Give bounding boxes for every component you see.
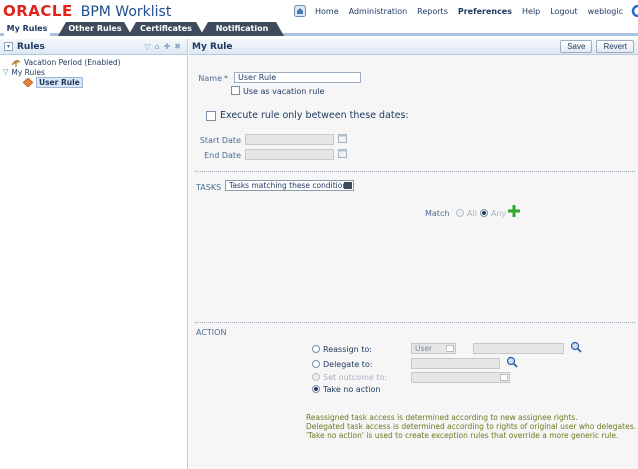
link-reports[interactable]: Reports [412, 7, 453, 16]
set-outcome-radio[interactable] [312, 373, 320, 381]
outcome-select[interactable] [411, 372, 510, 383]
home-icon[interactable] [294, 5, 306, 17]
chevron-down-icon [344, 182, 352, 189]
execute-dates-checkbox[interactable] [206, 111, 216, 121]
action-label: ACTION [196, 328, 227, 337]
current-user: weblogic [587, 6, 623, 16]
rule-actions: Save Revert [560, 40, 638, 53]
reassign-type-value: User [415, 344, 433, 353]
tree-item-label: My Rules [11, 67, 45, 77]
required-marker: * [224, 74, 228, 83]
link-home[interactable]: Home [310, 7, 344, 16]
action-note-no-action: 'Take no action' is used to create excep… [306, 431, 619, 440]
chevron-down-icon [446, 345, 454, 352]
tab-other-rules[interactable]: Other Rules [58, 22, 132, 36]
expand-icon[interactable]: ▽ [3, 68, 8, 76]
tasks-condition-value: Tasks matching these conditions [229, 181, 351, 190]
tab-bar: My Rules Other Rules Certificates Notifi… [0, 22, 638, 36]
reassign-label: Reassign to: [323, 345, 372, 354]
tree-item-vacation[interactable]: Vacation Period (Enabled) [3, 57, 184, 67]
rules-panel-title: Rules [17, 41, 45, 52]
oracle-logo-text: ORACLE [3, 2, 73, 20]
global-links: Home Administration Reports Preferences … [294, 4, 638, 18]
vacation-rule-icon [11, 59, 21, 67]
name-label: Name [198, 74, 222, 83]
tasks-label: TASKS [196, 183, 222, 192]
action-note-reassign: Reassigned task access is determined acc… [306, 413, 578, 422]
rules-toolbar: ▽ ⌂ ✚ ✖ [144, 42, 187, 51]
tree-item-user-rule[interactable]: User Rule [3, 76, 184, 88]
revert-button[interactable]: Revert [596, 40, 634, 53]
tab-certificates[interactable]: Certificates [128, 22, 204, 36]
start-date-input[interactable] [245, 134, 334, 145]
delegate-label: Delegate to: [323, 360, 373, 369]
chevron-down-icon [500, 374, 508, 381]
link-help[interactable]: Help [517, 7, 545, 16]
rule-detail-panel: My Rule Save Revert Name * User Rule Use… [189, 39, 638, 469]
product-name: BPM Worklist [80, 4, 172, 20]
tasks-condition-select[interactable]: Tasks matching these conditions [225, 180, 354, 191]
match-any-label: Any [491, 209, 507, 218]
set-outcome-label: Set outcome to: [323, 373, 388, 382]
vacation-rule-label: Use as vacation rule [243, 87, 325, 96]
rule-detail-header: My Rule Save Revert [189, 39, 638, 55]
reassign-radio[interactable] [312, 345, 320, 353]
rules-panel: ▾ Rules ▽ ⌂ ✚ ✖ Vacation Period (Enabled… [0, 39, 188, 469]
save-button[interactable]: Save [560, 40, 593, 53]
user-status-icon [631, 5, 638, 17]
link-preferences[interactable]: Preferences [453, 7, 517, 16]
link-administration[interactable]: Administration [344, 7, 413, 16]
start-date-label: Start Date [199, 136, 241, 145]
delegate-user-input[interactable] [411, 358, 500, 369]
action-note-delegate: Delegated task access is determined acco… [306, 422, 636, 431]
calendar-icon[interactable] [338, 133, 348, 144]
match-all-label: All [467, 209, 477, 218]
match-any-radio[interactable] [480, 209, 488, 217]
rules-tree: Vacation Period (Enabled) ▽ My Rules Use… [0, 55, 187, 89]
delegate-radio[interactable] [312, 360, 320, 368]
tree-item-my-rules[interactable]: ▽ My Rules [3, 67, 184, 77]
add-rule-icon[interactable]: ✚ [164, 42, 171, 51]
tree-item-label: User Rule [36, 76, 83, 88]
no-action-label: Take no action [323, 385, 381, 394]
tab-notification[interactable]: Notification [200, 22, 284, 36]
rule-name-input[interactable]: User Rule [234, 72, 361, 83]
match-all-radio[interactable] [456, 209, 464, 217]
section-divider [195, 322, 635, 323]
delete-rule-icon[interactable]: ✖ [174, 42, 181, 51]
section-divider [195, 171, 635, 172]
collapse-panel-icon[interactable]: ▾ [4, 42, 13, 51]
refresh-icon[interactable]: ⌂ [155, 42, 160, 51]
tree-item-label: Vacation Period (Enabled) [24, 57, 121, 67]
vacation-rule-checkbox[interactable] [231, 86, 240, 95]
end-date-input[interactable] [245, 149, 334, 160]
search-icon[interactable] [570, 341, 582, 353]
end-date-label: End Date [204, 151, 241, 160]
tab-my-rules[interactable]: My Rules [4, 22, 50, 36]
calendar-icon[interactable] [338, 148, 348, 159]
match-label: Match [425, 209, 450, 218]
reassign-type-select[interactable]: User [411, 343, 456, 354]
rule-icon [23, 77, 33, 87]
no-action-radio[interactable] [312, 385, 320, 393]
header-bar: ORACLE BPM Worklist Home Administration … [0, 0, 638, 22]
filter-icon[interactable]: ▽ [144, 42, 150, 51]
add-condition-icon[interactable] [508, 205, 520, 217]
rules-panel-header: ▾ Rules ▽ ⌂ ✚ ✖ [0, 39, 187, 55]
reassign-user-input[interactable] [473, 343, 564, 354]
app-logo: ORACLE BPM Worklist [3, 2, 171, 20]
link-logout[interactable]: Logout [545, 7, 582, 16]
rule-detail-title: My Rule [192, 41, 233, 52]
execute-dates-label: Execute rule only between these dates: [220, 110, 409, 121]
search-icon[interactable] [506, 356, 518, 368]
